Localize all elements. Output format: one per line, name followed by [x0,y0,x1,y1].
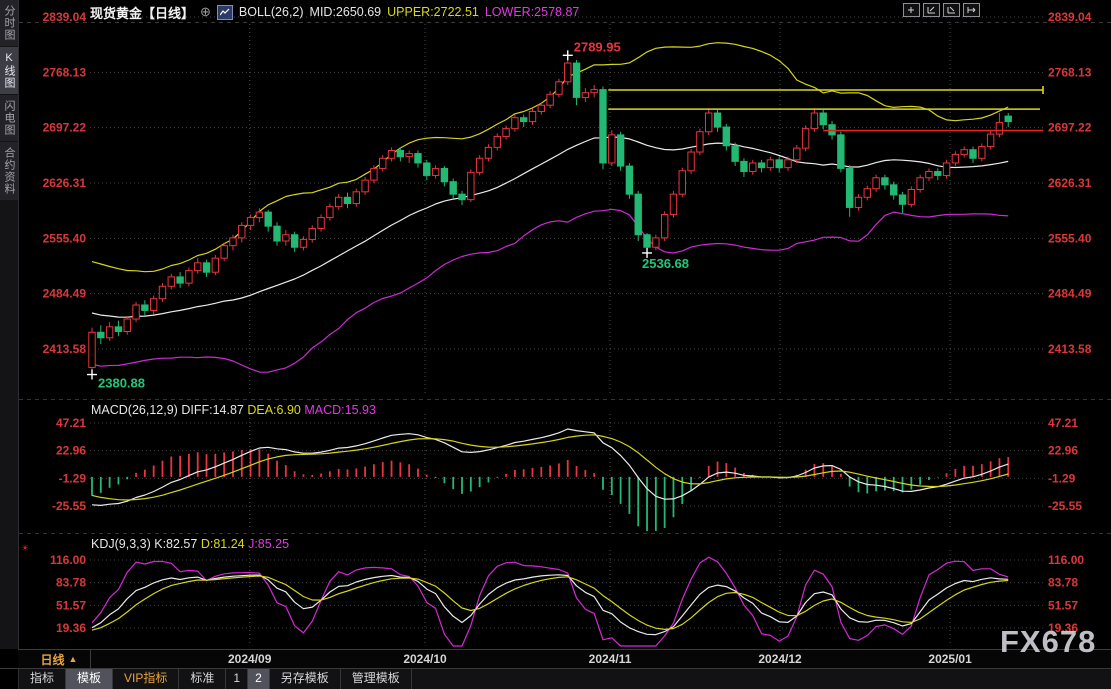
svg-text:2839.04: 2839.04 [1048,10,1092,24]
time-axis-row: 日线 ▲ 2024/09 2024/10 2024/11 2024/12 2025/01 [18,649,1111,670]
macd-panel-header: MACD(26,12,9) DIFF:14.87 DEA:6.90 MACD:1… [91,403,376,417]
macd-macd-value: MACD:15.93 [304,403,376,417]
chart-header: 现货黄金【日线】 ⊕ BOLL(26,2) MID:2650.69 UPPER:… [90,2,579,22]
period-selector[interactable]: 日线 ▲ [28,650,91,668]
period-label: 日线 [41,651,65,668]
svg-text:-25.55: -25.55 [52,499,86,513]
kdj-label[interactable]: KDJ(9,3,3) [91,537,151,551]
toolbar-tab-6[interactable]: 另存模板 [270,669,341,689]
toolbar-tab-3[interactable]: 标准 [179,669,226,689]
kdj-k-value: K:82.57 [154,537,197,551]
svg-text:2789.95: 2789.95 [574,39,621,54]
boll-upper-value: UPPER:2722.51 [387,5,479,19]
macd-label[interactable]: MACD(26,12,9) [91,403,178,417]
brand-watermark: FX678 [1000,624,1096,660]
shift-right-icon[interactable] [963,3,980,17]
svg-text:83.78: 83.78 [1048,576,1078,590]
chart-canvas[interactable]: 2839.04 2839.04 2768.13 2768.13 2697.22 2697.… [0,0,1111,688]
macd-dea-value: DEA:6.90 [247,403,301,417]
svg-text:2484.49: 2484.49 [1048,287,1092,301]
trading-app-window: 2839.04 2839.04 2768.13 2768.13 2697.22 2697.… [0,0,1111,688]
boll-lower-value: LOWER:2578.87 [485,5,580,19]
x-axis-label-4: 2025/01 [928,652,971,666]
svg-text:22.96: 22.96 [56,444,86,458]
toolbar-tab-0[interactable]: 指标 [19,669,66,689]
svg-text:47.21: 47.21 [1048,416,1078,430]
svg-text:2536.68: 2536.68 [642,256,689,271]
svg-text:2768.13: 2768.13 [1048,65,1092,79]
add-instrument-icon[interactable]: ⊕ [200,4,211,20]
svg-text:2626.31: 2626.31 [43,176,87,190]
toolbar-tab-4[interactable]: 1 [226,669,248,689]
svg-text:22.96: 22.96 [1048,444,1078,458]
svg-text:47.21: 47.21 [56,416,86,430]
svg-text:2413.58: 2413.58 [43,342,87,356]
x-axis-label-3: 2024/12 [758,652,801,666]
x-axis-label-1: 2024/10 [403,652,446,666]
toolbar-corner [0,669,19,689]
macd-diff-value: DIFF:14.87 [181,403,244,417]
left-tab-rail: 分时图K线图闪电图合约资料 [0,0,19,649]
svg-text:2555.40: 2555.40 [43,231,87,245]
boll-label[interactable]: BOLL(26,2) [239,5,304,19]
svg-text:-1.29: -1.29 [59,471,87,485]
pan-icon[interactable] [903,3,920,17]
period-arrow-icon: ▲ [69,654,78,664]
bottom-toolbar: 指标模板VIP指标标准12另存模板管理模板 [0,668,1111,689]
toolbar-tab-2[interactable]: VIP指标 [113,669,179,689]
toolbar-tab-5[interactable]: 2 [248,669,270,689]
svg-text:116.00: 116.00 [1048,553,1084,567]
kdj-alert-icon: ☀ [21,543,29,554]
chart-window-icons [903,3,980,17]
fit-vertical-icon[interactable] [923,3,940,17]
sidebar-tab-1[interactable]: K线图 [0,47,18,94]
svg-text:116.00: 116.00 [50,553,86,567]
svg-text:2768.13: 2768.13 [43,65,87,79]
svg-text:-1.29: -1.29 [1048,471,1076,485]
svg-text:2484.49: 2484.49 [43,287,87,301]
instrument-title: 现货黄金【日线】 [90,3,194,22]
svg-text:83.78: 83.78 [56,576,86,590]
line-chart-icon[interactable] [217,5,233,20]
kdj-d-value: D:81.24 [201,537,245,551]
svg-text:19.36: 19.36 [56,621,86,635]
toolbar-tab-7[interactable]: 管理模板 [341,669,412,689]
sidebar-tab-0[interactable]: 分时图 [0,0,18,46]
svg-text:-25.55: -25.55 [1048,499,1082,513]
svg-text:2413.58: 2413.58 [1048,342,1092,356]
svg-text:2626.31: 2626.31 [1048,176,1092,190]
fit-horizontal-icon[interactable] [943,3,960,17]
kdj-panel-header: KDJ(9,3,3) K:82.57 D:81.24 J:85.25 [91,537,289,551]
svg-text:2697.22: 2697.22 [43,121,87,135]
boll-mid-value: MID:2650.69 [310,5,382,19]
sidebar-tab-2[interactable]: 闪电图 [0,95,18,141]
svg-text:2555.40: 2555.40 [1048,231,1092,245]
kdj-j-value: J:85.25 [248,537,289,551]
svg-text:2380.88: 2380.88 [98,376,145,391]
svg-text:51.57: 51.57 [1048,598,1078,612]
svg-text:51.57: 51.57 [56,598,86,612]
x-axis-label-2: 2024/11 [589,652,632,666]
svg-text:2697.22: 2697.22 [1048,121,1092,135]
toolbar-tab-1[interactable]: 模板 [66,669,113,689]
sidebar-tab-3[interactable]: 合约资料 [0,142,18,200]
x-axis-label-0: 2024/09 [228,652,271,666]
svg-text:2839.04: 2839.04 [43,10,87,24]
